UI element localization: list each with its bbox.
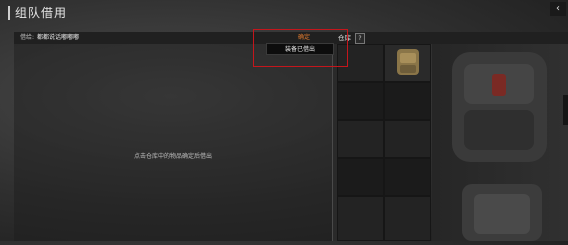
borrower-info: 借给: 都都说话嘟嘟嘟	[20, 33, 79, 43]
back-button[interactable]: ‹	[550, 2, 566, 16]
side-handle[interactable]	[563, 95, 568, 125]
borrow-panel	[14, 44, 332, 241]
warehouse-slot[interactable]	[384, 82, 431, 120]
warehouse-slot[interactable]	[337, 158, 384, 196]
borrower-label: 借给:	[20, 34, 35, 41]
warehouse-slot[interactable]	[337, 120, 384, 158]
borrower-name: 都都说话嘟嘟嘟	[37, 34, 80, 41]
warehouse-slot[interactable]	[337, 196, 384, 241]
warehouse-grid	[337, 44, 432, 241]
warehouse-slot[interactable]	[384, 196, 431, 241]
chevron-left-icon: ‹	[556, 3, 560, 14]
borrowed-tooltip: 装备已借出	[266, 43, 334, 55]
warehouse-slot[interactable]	[337, 82, 384, 120]
empty-hint: 点击仓库中的物品确定后借出	[133, 153, 212, 160]
warehouse-slot[interactable]	[384, 120, 431, 158]
backpack-item-icon	[397, 49, 419, 75]
warehouse-slot[interactable]	[384, 158, 431, 196]
help-button[interactable]: ?	[355, 33, 365, 44]
backpack-preview-icon	[452, 52, 547, 241]
page-title: 组队借用	[8, 6, 67, 20]
warehouse-slot[interactable]	[384, 44, 431, 82]
item-preview	[432, 44, 568, 241]
